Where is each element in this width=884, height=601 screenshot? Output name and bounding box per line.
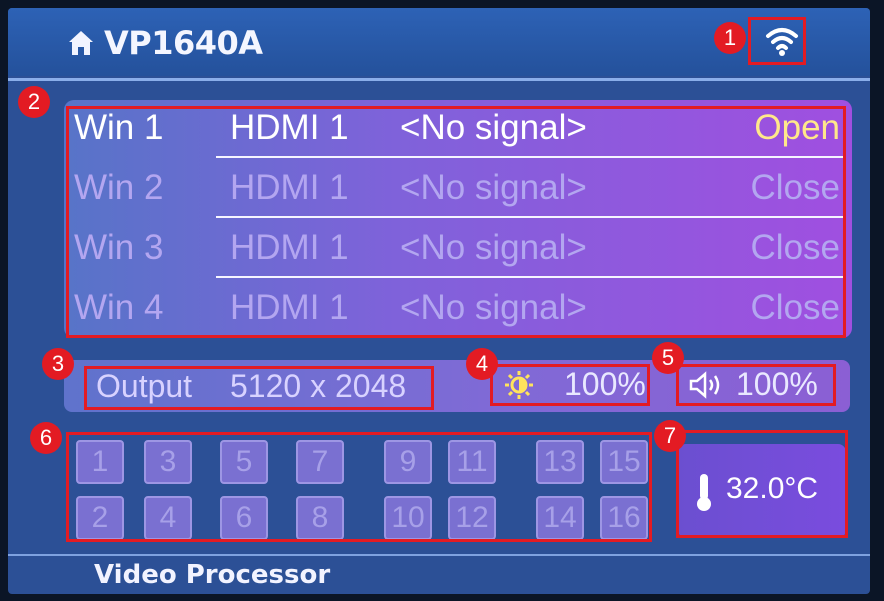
annotation-badge-3: 3 [42, 348, 74, 380]
annotation-badge-4: 4 [466, 348, 498, 380]
annotation-badge-1: 1 [714, 22, 746, 54]
annotation-badge-2: 2 [18, 86, 50, 118]
annotation-box-3 [84, 366, 434, 410]
footer-divider [8, 554, 870, 556]
annotation-badge-7: 7 [654, 420, 686, 452]
home-icon[interactable] [66, 28, 96, 58]
device-title: VP1640A [104, 24, 263, 62]
annotation-badge-6: 6 [30, 422, 62, 454]
annotation-badge-5: 5 [652, 342, 684, 374]
annotation-box-6 [66, 432, 652, 542]
annotation-box-2 [66, 106, 846, 338]
annotation-box-7 [676, 430, 848, 538]
footer-label: Video Processor [94, 560, 331, 590]
annotation-box-5 [676, 364, 836, 406]
annotation-box-1 [748, 17, 806, 65]
annotation-box-4 [490, 364, 650, 406]
header-divider [8, 78, 870, 81]
